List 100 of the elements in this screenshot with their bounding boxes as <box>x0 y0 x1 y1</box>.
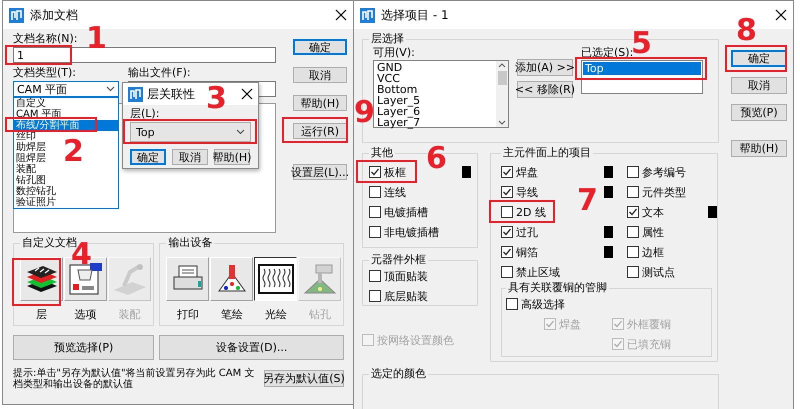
checkbox[interactable] <box>369 290 381 302</box>
field-label: 层(L): <box>130 108 160 119</box>
dropdown-option[interactable]: 布线/分割平面 <box>14 120 118 131</box>
checkbox-label: 高级选择 <box>521 296 565 312</box>
list-box[interactable]: Top <box>581 60 703 94</box>
color-swatch[interactable] <box>708 206 717 218</box>
dialog-button[interactable]: 帮助(H) <box>214 149 250 165</box>
checkbox-label: 电镀插槽 <box>384 204 428 220</box>
add-button[interactable]: 添加(A) >> <box>517 59 573 76</box>
dialog-button[interactable]: 预览(P) <box>731 104 787 121</box>
highlight-box <box>489 200 555 223</box>
device-setup-button[interactable]: 设备设置(D)... <box>159 335 344 360</box>
highlight-box <box>356 160 417 183</box>
list-box[interactable]: GND VCC Bottom Layer_5 Layer_6 Layer_7 <box>373 60 509 128</box>
dialog-button[interactable]: 设置层(L)... <box>293 164 347 180</box>
checkbox-label: 按网络设置颜色 <box>377 332 454 348</box>
checkbox[interactable] <box>627 246 639 258</box>
tool-label: 选项 <box>74 309 96 321</box>
checkbox[interactable] <box>501 226 513 238</box>
color-swatch[interactable] <box>604 186 613 198</box>
checkbox[interactable] <box>501 246 513 258</box>
checkbox[interactable] <box>369 166 381 178</box>
dropdown-option[interactable]: 验证照片 <box>14 197 118 208</box>
chevron-up-icon[interactable] <box>498 63 506 68</box>
list-item[interactable]: VCC <box>377 73 493 84</box>
step-number: 6 <box>426 144 447 174</box>
close-icon[interactable] <box>241 88 253 100</box>
checkbox[interactable] <box>501 206 513 218</box>
checkbox[interactable] <box>369 226 381 238</box>
tool-label: 装配 <box>118 309 140 321</box>
dropdown[interactable]: CAM 平面 <box>13 81 119 97</box>
chevron-down-icon[interactable] <box>236 129 245 135</box>
highlight-box <box>5 45 72 65</box>
list-item[interactable]: GND <box>377 62 493 73</box>
checkbox-label: 外框覆铜 <box>627 316 671 332</box>
highlight-box <box>725 45 787 72</box>
window-title: 添加文档 <box>30 6 78 24</box>
step-number: 8 <box>736 16 757 46</box>
checkbox[interactable] <box>369 270 381 282</box>
dialog-button[interactable]: 帮助(H) <box>293 95 347 111</box>
checkbox-label: 禁止区域 <box>516 264 560 280</box>
dialog-button[interactable]: 取消 <box>293 67 347 83</box>
checkbox[interactable] <box>369 206 381 218</box>
dialog-button[interactable]: 帮助(H) <box>731 140 787 157</box>
checkbox[interactable] <box>627 266 639 278</box>
checkbox[interactable] <box>369 186 381 198</box>
tool-button[interactable] <box>254 257 298 301</box>
checkbox[interactable] <box>501 266 513 278</box>
chevron-down-icon[interactable] <box>498 120 506 125</box>
dialog-button[interactable]: 确定 <box>293 39 347 55</box>
checkbox-label: 顶面贴装 <box>384 268 428 284</box>
dialog-button[interactable]: 取消 <box>731 77 787 94</box>
dropdown-option[interactable]: 数控钻孔 <box>14 186 118 197</box>
app-icon <box>9 8 24 22</box>
hint-text: 提示:单击"另存为默认值"将当前设置另存为此 CAM 文档类型和输出设备的默认值 <box>13 368 256 390</box>
dropdown[interactable]: Top <box>130 122 251 142</box>
scroll-thumb[interactable] <box>498 71 506 85</box>
checkbox-label: 底层贴装 <box>384 288 428 304</box>
color-swatch[interactable] <box>604 166 613 178</box>
checkbox[interactable] <box>627 226 639 238</box>
dropdown-option[interactable]: 钻孔图 <box>14 175 118 186</box>
checkbox[interactable] <box>501 166 513 178</box>
list-item[interactable]: Layer_7 <box>377 117 493 128</box>
scrollbar[interactable] <box>496 61 508 127</box>
wave-lines-icon <box>258 264 294 294</box>
dialog-button[interactable]: 确定 <box>130 149 166 165</box>
remove-button[interactable]: << 移除(R) <box>517 81 573 98</box>
dropdown-option[interactable]: 自定义 <box>14 98 118 109</box>
checkbox-label: 文本 <box>642 204 664 220</box>
save-default-button[interactable]: 另存为默认值(S) <box>264 370 344 387</box>
checkbox[interactable] <box>627 186 639 198</box>
group-title: 其他 <box>370 147 394 159</box>
step-number: 7 <box>577 186 598 216</box>
window-title: 选择项目 - 1 <box>381 6 449 24</box>
dialog-button[interactable]: 确定 <box>731 50 787 67</box>
dropdown-option[interactable]: 装配 <box>14 164 118 175</box>
list-item[interactable]: Layer_5 <box>377 95 493 106</box>
color-swatch[interactable] <box>604 246 613 258</box>
group-title: 具有关联覆铜的管脚 <box>507 282 608 294</box>
color-swatch[interactable] <box>604 226 613 238</box>
list-item[interactable]: Bottom <box>377 84 493 95</box>
dialog-button[interactable]: 运行(R) <box>293 123 347 139</box>
chevron-down-icon[interactable] <box>106 86 115 92</box>
checkbox[interactable] <box>501 186 513 198</box>
checkbox[interactable] <box>627 166 639 178</box>
checkbox[interactable] <box>506 298 518 310</box>
close-icon[interactable] <box>775 9 787 21</box>
checkbox[interactable] <box>627 206 639 218</box>
app-icon <box>128 86 143 102</box>
color-swatch[interactable] <box>462 166 471 178</box>
checkbox-label: 焊盘 <box>559 316 581 332</box>
preview-button[interactable]: 预览选择(P) <box>13 335 154 360</box>
step-number: 3 <box>206 84 227 114</box>
step-number: 2 <box>63 137 84 167</box>
close-icon[interactable] <box>335 9 347 21</box>
list-item[interactable]: Top <box>583 62 701 75</box>
input-field[interactable]: 1 <box>13 47 276 63</box>
list-item[interactable]: Layer_6 <box>377 106 493 117</box>
dialog-button[interactable]: 取消 <box>172 149 208 165</box>
checkbox-label: 属性 <box>642 224 664 240</box>
